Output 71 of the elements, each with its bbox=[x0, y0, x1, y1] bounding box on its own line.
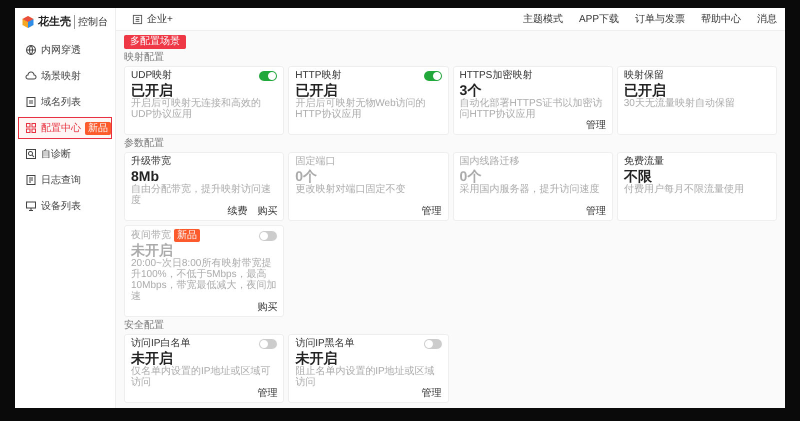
card-title: HTTP映射 bbox=[295, 70, 342, 82]
card-value: 3个 bbox=[460, 82, 482, 98]
section-title: 参数配置 bbox=[124, 138, 165, 150]
toggle-switch[interactable] bbox=[259, 339, 278, 349]
new-badge: 新品 bbox=[85, 122, 111, 134]
card-action-link[interactable]: 管理 bbox=[422, 388, 442, 399]
card-title: 访问IP白名单 bbox=[131, 338, 190, 350]
card-description: 自动化部署HTTPS证书以加密访问HTTP协议应用 bbox=[460, 98, 604, 120]
card-title: 映射保留 bbox=[624, 70, 664, 82]
monitor-icon bbox=[25, 200, 37, 212]
card-title: 升级带宽 bbox=[131, 156, 171, 168]
card-value: 未开启 bbox=[131, 242, 174, 258]
card-title: 免费流量 bbox=[624, 156, 664, 168]
card-title: 固定端口 bbox=[295, 156, 336, 168]
nav-link[interactable]: APP下载 bbox=[578, 12, 619, 26]
card-title: 国内线路迁移 bbox=[460, 156, 520, 168]
card-title: 访问IP黑名单 bbox=[295, 338, 355, 350]
card-description: 20:00~次日8:00所有映射带宽提升100%，不低于5Mbps，最高10Mbps，带宽最低减大，夜间加速 bbox=[131, 258, 278, 302]
toggle-switch[interactable] bbox=[424, 71, 442, 81]
card-description: 付费用户每月不限流量使用 bbox=[624, 184, 745, 195]
card-title: HTTPS加密映射 bbox=[460, 70, 532, 82]
card-description: 自由分配带宽，提升映射访问速度 bbox=[131, 184, 272, 206]
card-description: 开启后可映射无连接和高效的UDP协议应用 bbox=[131, 98, 262, 120]
card-value: 8Mb bbox=[131, 168, 160, 184]
sidebar-item[interactable]: 配置中心 新品 bbox=[18, 117, 112, 139]
plan-label: 企业+ bbox=[147, 12, 173, 26]
grid-icon bbox=[25, 122, 37, 134]
document-icon bbox=[25, 174, 37, 186]
card-value: 0个 bbox=[460, 168, 482, 184]
product-name: 控制台 bbox=[74, 14, 108, 28]
card-value: 已开启 bbox=[295, 82, 338, 98]
sidebar-item[interactable]: 设备列表 bbox=[18, 195, 112, 217]
sidebar-item[interactable]: 日志查询 bbox=[18, 169, 112, 191]
card-title: 夜间带宽 bbox=[131, 230, 171, 242]
nav-link[interactable]: 消息 bbox=[757, 12, 777, 26]
document-icon bbox=[25, 96, 37, 108]
scene-button[interactable]: 多配置场景 bbox=[124, 35, 186, 49]
card-description: 开启后可映射无物Web访问的HTTP协议应用 bbox=[295, 98, 427, 120]
card-value: 未开启 bbox=[131, 350, 174, 366]
card-value: 已开启 bbox=[624, 82, 667, 98]
nav-link[interactable]: 主题模式 bbox=[522, 12, 563, 26]
toggle-switch[interactable] bbox=[259, 71, 278, 81]
logo-icon bbox=[21, 14, 35, 28]
card-description: 30天无流量映射自动保留 bbox=[624, 98, 736, 109]
card-action-link[interactable]: 管理 bbox=[586, 120, 606, 131]
globe-icon bbox=[25, 44, 37, 56]
card-action-link[interactable]: 续费 bbox=[227, 206, 248, 217]
card-value: 0个 bbox=[295, 168, 318, 184]
nav-link[interactable]: 帮助中心 bbox=[701, 12, 741, 26]
sidebar-item[interactable]: 自诊断 bbox=[18, 143, 112, 165]
card-value: 未开启 bbox=[295, 350, 338, 366]
section-title: 安全配置 bbox=[124, 320, 165, 332]
card-action-link[interactable]: 购买 bbox=[257, 206, 278, 217]
card-description: 仅名单内设置的IP地址或区域可访问 bbox=[131, 366, 272, 388]
diagnosis-icon bbox=[25, 148, 37, 160]
card-description: 阻止名单内设置的IP地址或区域访问 bbox=[295, 366, 436, 388]
section-title: 映射配置 bbox=[124, 52, 165, 64]
sidebar-item[interactable]: 内网穿透 bbox=[18, 39, 112, 61]
card-description: 采用国内服务器，提升访问速度 bbox=[460, 184, 600, 195]
card-title: UDP映射 bbox=[131, 70, 172, 82]
brand-name: 花生壳 bbox=[38, 14, 71, 29]
cloud-icon bbox=[25, 70, 37, 82]
new-badge: 新品 bbox=[174, 229, 200, 242]
sidebar-item[interactable]: 域名列表 bbox=[18, 91, 112, 113]
card-action-link[interactable]: 管理 bbox=[257, 388, 278, 399]
card-value: 已开启 bbox=[131, 82, 173, 98]
card-value: 不限 bbox=[624, 168, 653, 184]
nav-link[interactable]: 订单与发票 bbox=[635, 12, 685, 26]
toggle-switch[interactable] bbox=[424, 339, 442, 349]
card-description: 更改映射对端口固定不变 bbox=[295, 184, 406, 195]
sidebar-item[interactable]: 场景映射 bbox=[18, 65, 112, 87]
